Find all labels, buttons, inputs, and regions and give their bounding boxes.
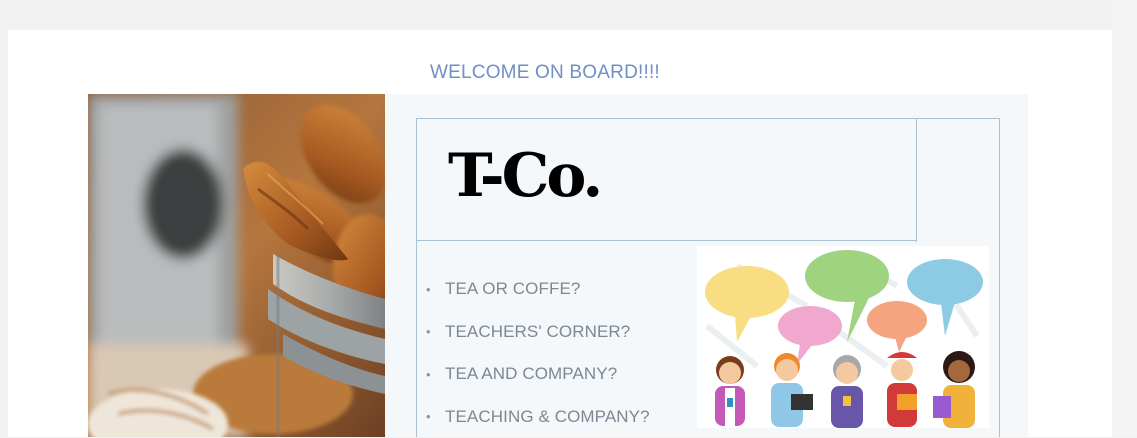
- menu-item-teachers-corner[interactable]: • TEACHERS' CORNER?: [426, 311, 650, 354]
- welcome-heading: WELCOME ON BOARD!!!!: [430, 62, 660, 84]
- tco-logo: T-Co.: [448, 140, 600, 212]
- bullet-icon: •: [426, 409, 432, 424]
- bullet-icon: •: [426, 367, 432, 382]
- people-speech-bubbles-illustration: [697, 246, 989, 433]
- frame-divider-vertical: [916, 118, 917, 242]
- menu-item-tea-or-coffee[interactable]: • TEA OR COFFE?: [426, 268, 650, 311]
- bullet-icon: •: [426, 282, 432, 297]
- croissants-photo: [88, 94, 385, 437]
- right-margin-strip: [1112, 0, 1137, 437]
- menu-item-label: TEACHING & COMPANY?: [445, 407, 650, 427]
- menu-item-tea-and-company[interactable]: • TEA AND COMPANY?: [426, 353, 650, 396]
- menu-item-label: TEACHERS' CORNER?: [445, 322, 630, 342]
- frame-divider-horizontal: [416, 240, 917, 241]
- menu-item-teaching-and-company[interactable]: • TEACHING & COMPANY?: [426, 396, 650, 438]
- bullet-icon: •: [426, 324, 432, 339]
- slide-menu: • TEA OR COFFE? • TEACHERS' CORNER? • TE…: [426, 268, 650, 438]
- menu-item-label: TEA OR COFFE?: [445, 279, 580, 299]
- menu-item-label: TEA AND COMPANY?: [445, 364, 617, 384]
